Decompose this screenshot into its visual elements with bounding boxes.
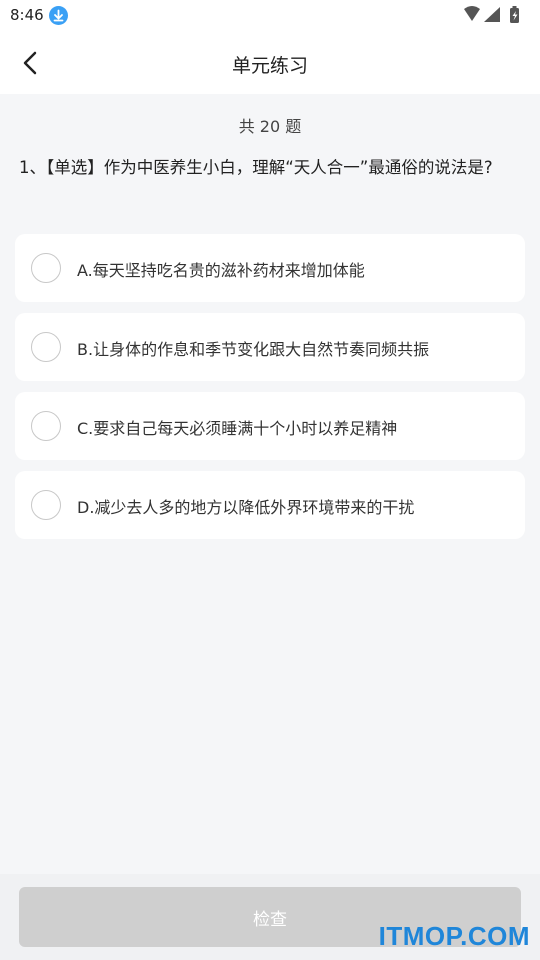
options-list: A.每天坚持吃名贵的滋补药材来增加体能 B.让身体的作息和季节变化跟大自然节奏同… [15,234,525,550]
option-d[interactable]: D.减少去人多的地方以降低外界环境带来的干扰 [15,471,525,539]
header: 单元练习 [0,32,540,94]
option-label: A.每天坚持吃名贵的滋补药材来增加体能 [77,261,365,280]
radio-button[interactable] [31,411,61,441]
radio-button[interactable] [31,253,61,283]
question-text: 1、【单选】作为中医养生小白，理解“天人合一”最通俗的说法是? [19,158,493,177]
status-bar: 8:46 [0,0,540,32]
radio-button[interactable] [31,490,61,520]
option-b[interactable]: B.让身体的作息和季节变化跟大自然节奏同频共振 [15,313,525,381]
page-title: 单元练习 [231,55,308,77]
wifi-icon [464,6,480,21]
signal-icon [484,7,500,22]
question-count: 共 20 题 [238,117,302,136]
battery-icon [510,6,519,23]
option-a[interactable]: A.每天坚持吃名贵的滋补药材来增加体能 [15,234,525,302]
option-label: C.要求自己每天必须睡满十个小时以养足精神 [77,419,398,438]
status-icons [462,5,530,29]
radio-button[interactable] [31,332,61,362]
watermark: ITMOP.COM [378,921,530,951]
option-label: D.减少去人多的地方以降低外界环境带来的干扰 [77,498,415,517]
status-time: 8:46 [10,6,44,24]
option-c[interactable]: C.要求自己每天必须睡满十个小时以养足精神 [15,392,525,460]
option-label: B.让身体的作息和季节变化跟大自然节奏同频共振 [77,340,430,359]
download-icon [49,6,68,25]
